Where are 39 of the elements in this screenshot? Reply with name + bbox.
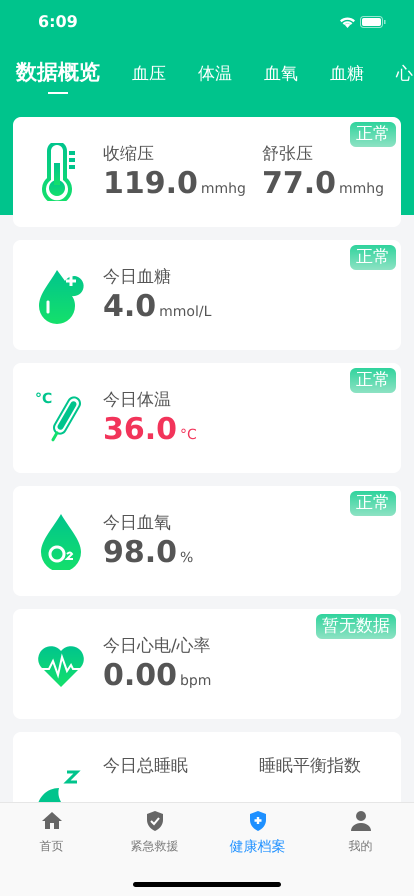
category-tab[interactable]: 体温	[198, 60, 232, 88]
reading-label: 今日体温	[103, 389, 172, 412]
reading-value: 119.0	[103, 166, 198, 202]
reading-unit: °C	[180, 426, 197, 445]
category-tab[interactable]: 血氧	[264, 60, 298, 88]
status-tag: 正常	[350, 491, 396, 516]
nav-tab[interactable]: 首页	[0, 803, 103, 858]
reading-label: 舒张压	[262, 143, 314, 166]
category-tab[interactable]: 心	[396, 60, 413, 88]
reading-label: 今日血糖	[103, 266, 172, 289]
reading-label: 今日心电/心率	[103, 635, 212, 658]
reading-value: 0.00	[103, 658, 178, 694]
nav-tab[interactable]: 健康档案	[206, 803, 309, 858]
reading-label: 今日血氧	[103, 512, 172, 535]
card-side-label: 睡眠平衡指数	[259, 755, 361, 778]
reading-unit: bpm	[180, 672, 212, 691]
status-tag: 正常	[350, 245, 396, 270]
nav-tab[interactable]: 我的	[309, 803, 412, 858]
card-title: 今日总睡眠	[103, 755, 188, 778]
nav-tab[interactable]: 紧急救援	[103, 803, 206, 858]
reading-unit: mmhg	[200, 180, 246, 199]
reading-value: 98.0	[103, 535, 178, 571]
category-tab[interactable]: 数据概览	[16, 58, 100, 94]
reading-value: 36.0	[103, 412, 178, 448]
status-time: 6:09	[38, 11, 78, 33]
category-tab[interactable]: 血压	[132, 60, 166, 88]
reading-unit: mmhg	[338, 180, 384, 199]
reading-label: 收缩压	[103, 143, 155, 166]
wifi-icon	[339, 16, 356, 28]
category-tab[interactable]: 血糖	[330, 60, 364, 88]
reading-unit: %	[180, 549, 194, 568]
reading-value: 4.0	[103, 289, 156, 325]
battery-icon	[360, 16, 386, 28]
reading-unit: mmol/L	[159, 303, 212, 322]
status-tag: 正常	[350, 122, 396, 147]
status-tag: 正常	[350, 368, 396, 393]
reading-value: 77.0	[262, 166, 336, 202]
status-tag: 暂无数据	[316, 614, 396, 639]
person-icon	[348, 809, 372, 833]
